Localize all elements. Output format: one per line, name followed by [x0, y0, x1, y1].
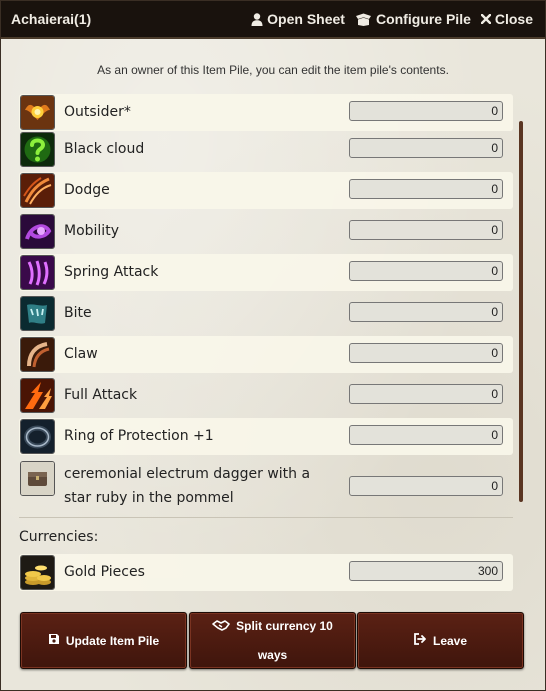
- item-name: Outsider*: [64, 104, 131, 120]
- open-sheet-button[interactable]: Open Sheet: [251, 11, 345, 27]
- dodge-slash-icon: [20, 173, 55, 208]
- item-name: Dodge: [64, 182, 110, 198]
- close-button[interactable]: Close: [480, 11, 533, 27]
- item-quantity-input[interactable]: 0: [349, 101, 503, 121]
- configure-pile-label: Configure Pile: [375, 11, 471, 27]
- item-name: Claw: [64, 346, 98, 362]
- user-icon: [251, 12, 263, 26]
- currency-quantity-input[interactable]: 300: [349, 561, 503, 581]
- save-icon: [48, 627, 60, 655]
- item-name: Bite: [64, 305, 92, 321]
- chest-icon: [20, 461, 55, 496]
- ring-icon: [20, 419, 55, 454]
- currency-row: Gold Pieces 300: [19, 554, 513, 591]
- item-quantity-input[interactable]: 0: [349, 302, 503, 322]
- box-open-icon: [355, 13, 371, 26]
- leave-button[interactable]: Leave: [357, 612, 524, 669]
- fire-strike-icon: [20, 378, 55, 413]
- update-button-label: Update Item Pile: [65, 633, 160, 648]
- item-quantity-input[interactable]: 0: [349, 179, 503, 199]
- item-row: Bite 0: [19, 295, 513, 332]
- item-name: Ring of Protection +1: [64, 428, 214, 444]
- window-title: Achaierai(1): [11, 11, 92, 27]
- item-list-scrollbar[interactable]: [519, 121, 523, 502]
- winged-emblem-icon: [20, 95, 55, 130]
- item-row: Claw 0: [19, 336, 513, 373]
- configure-pile-button[interactable]: Configure Pile: [355, 11, 471, 27]
- owner-notice: As an owner of this Item Pile, you can e…: [97, 63, 449, 77]
- item-name: ceremonial electrum dagger with a star r…: [64, 466, 311, 506]
- teal-bite-icon: [20, 296, 55, 331]
- item-row: Mobility 0: [19, 213, 513, 250]
- item-row: Outsider* 0: [19, 94, 513, 131]
- item-quantity-input[interactable]: 0: [349, 261, 503, 281]
- purple-claw-icon: [20, 255, 55, 290]
- gold-coins-icon: [20, 555, 55, 590]
- purple-swirl-icon: [20, 214, 55, 249]
- item-name: Mobility: [64, 223, 119, 239]
- currencies-label: Currencies:: [19, 529, 99, 545]
- close-label: Close: [494, 11, 533, 27]
- item-name: Spring Attack: [64, 264, 159, 280]
- sign-out-icon: [414, 627, 427, 655]
- item-name: Full Attack: [64, 387, 138, 403]
- update-item-pile-button[interactable]: Update Item Pile: [20, 612, 187, 669]
- item-quantity-input[interactable]: 0: [349, 220, 503, 240]
- split-button-label: Split currency 10 ways: [236, 619, 333, 662]
- item-quantity-input[interactable]: 0: [349, 384, 503, 404]
- open-sheet-label: Open Sheet: [267, 11, 345, 27]
- currency-name: Gold Pieces: [64, 564, 145, 580]
- close-icon: [480, 14, 491, 24]
- item-row: Dodge 0: [19, 172, 513, 209]
- split-currency-button[interactable]: Split currency 10 ways: [189, 612, 356, 669]
- item-name: Black cloud: [64, 141, 145, 157]
- title-actions: Open Sheet Configure Pile Close: [251, 11, 533, 27]
- window-titlebar[interactable]: Achaierai(1) Open Sheet Configure Pile C…: [1, 1, 545, 39]
- item-quantity-input[interactable]: 0: [349, 343, 503, 363]
- green-question-icon: [20, 132, 55, 167]
- item-row: ceremonial electrum dagger with a star r…: [19, 459, 513, 507]
- item-quantity-input[interactable]: 0: [349, 425, 503, 445]
- item-quantity-input[interactable]: 0: [349, 476, 503, 496]
- item-row: Ring of Protection +1 0: [19, 418, 513, 455]
- item-quantity-input[interactable]: 0: [349, 138, 503, 158]
- handshake-icon: [212, 613, 230, 641]
- item-row: Full Attack 0: [19, 377, 513, 414]
- leave-button-label: Leave: [432, 633, 468, 648]
- item-row: Black cloud 0: [19, 131, 513, 168]
- claw-icon: [20, 337, 55, 372]
- section-divider: [19, 517, 513, 518]
- item-list: Outsider* 0 Black cloud 0 Dodge 0 Mobili…: [19, 94, 513, 507]
- item-row: Spring Attack 0: [19, 254, 513, 291]
- item-pile-window: Achaierai(1) Open Sheet Configure Pile C…: [0, 0, 546, 691]
